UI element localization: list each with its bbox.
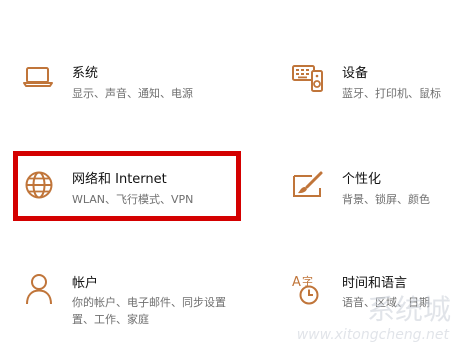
settings-item-personalization[interactable]: 个性化 背景、锁屏、颜色 xyxy=(288,166,458,216)
settings-home-grid: 系统 显示、声音、通知、电源 设备 蓝牙、打印机、鼠标 网络和 Internet… xyxy=(0,0,459,345)
settings-item-description: 背景、锁屏、颜色 xyxy=(342,193,430,206)
person-icon xyxy=(26,274,52,305)
settings-item-description: 蓝牙、打印机、鼠标 xyxy=(342,87,441,100)
settings-item-description-line1: 你的帐户、电子邮件、同步设置 xyxy=(72,296,226,309)
settings-item-network[interactable]: 网络和 Internet WLAN、飞行模式、VPN xyxy=(18,166,233,216)
settings-item-description: WLAN、飞行模式、VPN xyxy=(72,193,194,206)
laptop-icon xyxy=(23,67,53,87)
paint-brush-icon xyxy=(293,171,323,197)
settings-item-system[interactable]: 系统 显示、声音、通知、电源 xyxy=(18,58,218,118)
settings-item-title: 帐户 xyxy=(72,276,99,291)
settings-item-title: 网络和 Internet xyxy=(72,172,167,187)
keyboard-speaker-icon xyxy=(292,65,323,92)
settings-item-title: 个性化 xyxy=(342,172,382,187)
globe-icon xyxy=(25,171,53,199)
watermark-url: www.xitongcheng.net xyxy=(296,327,449,343)
settings-item-description-line2: 置、工作、家庭 xyxy=(72,313,149,326)
settings-item-devices[interactable]: 设备 蓝牙、打印机、鼠标 xyxy=(288,58,458,118)
settings-item-accounts[interactable]: 帐户 你的帐户、电子邮件、同步设置 置、工作、家庭 xyxy=(18,270,238,334)
svg-text:A: A xyxy=(292,275,301,290)
watermark-logo-text: 系统城 xyxy=(366,293,451,326)
settings-item-description: 显示、声音、通知、电源 xyxy=(72,87,193,100)
settings-item-title: 设备 xyxy=(342,66,369,81)
settings-item-title: 系统 xyxy=(72,66,99,81)
settings-item-title: 时间和语言 xyxy=(342,276,408,291)
time-language-icon: A 字 xyxy=(292,274,319,305)
